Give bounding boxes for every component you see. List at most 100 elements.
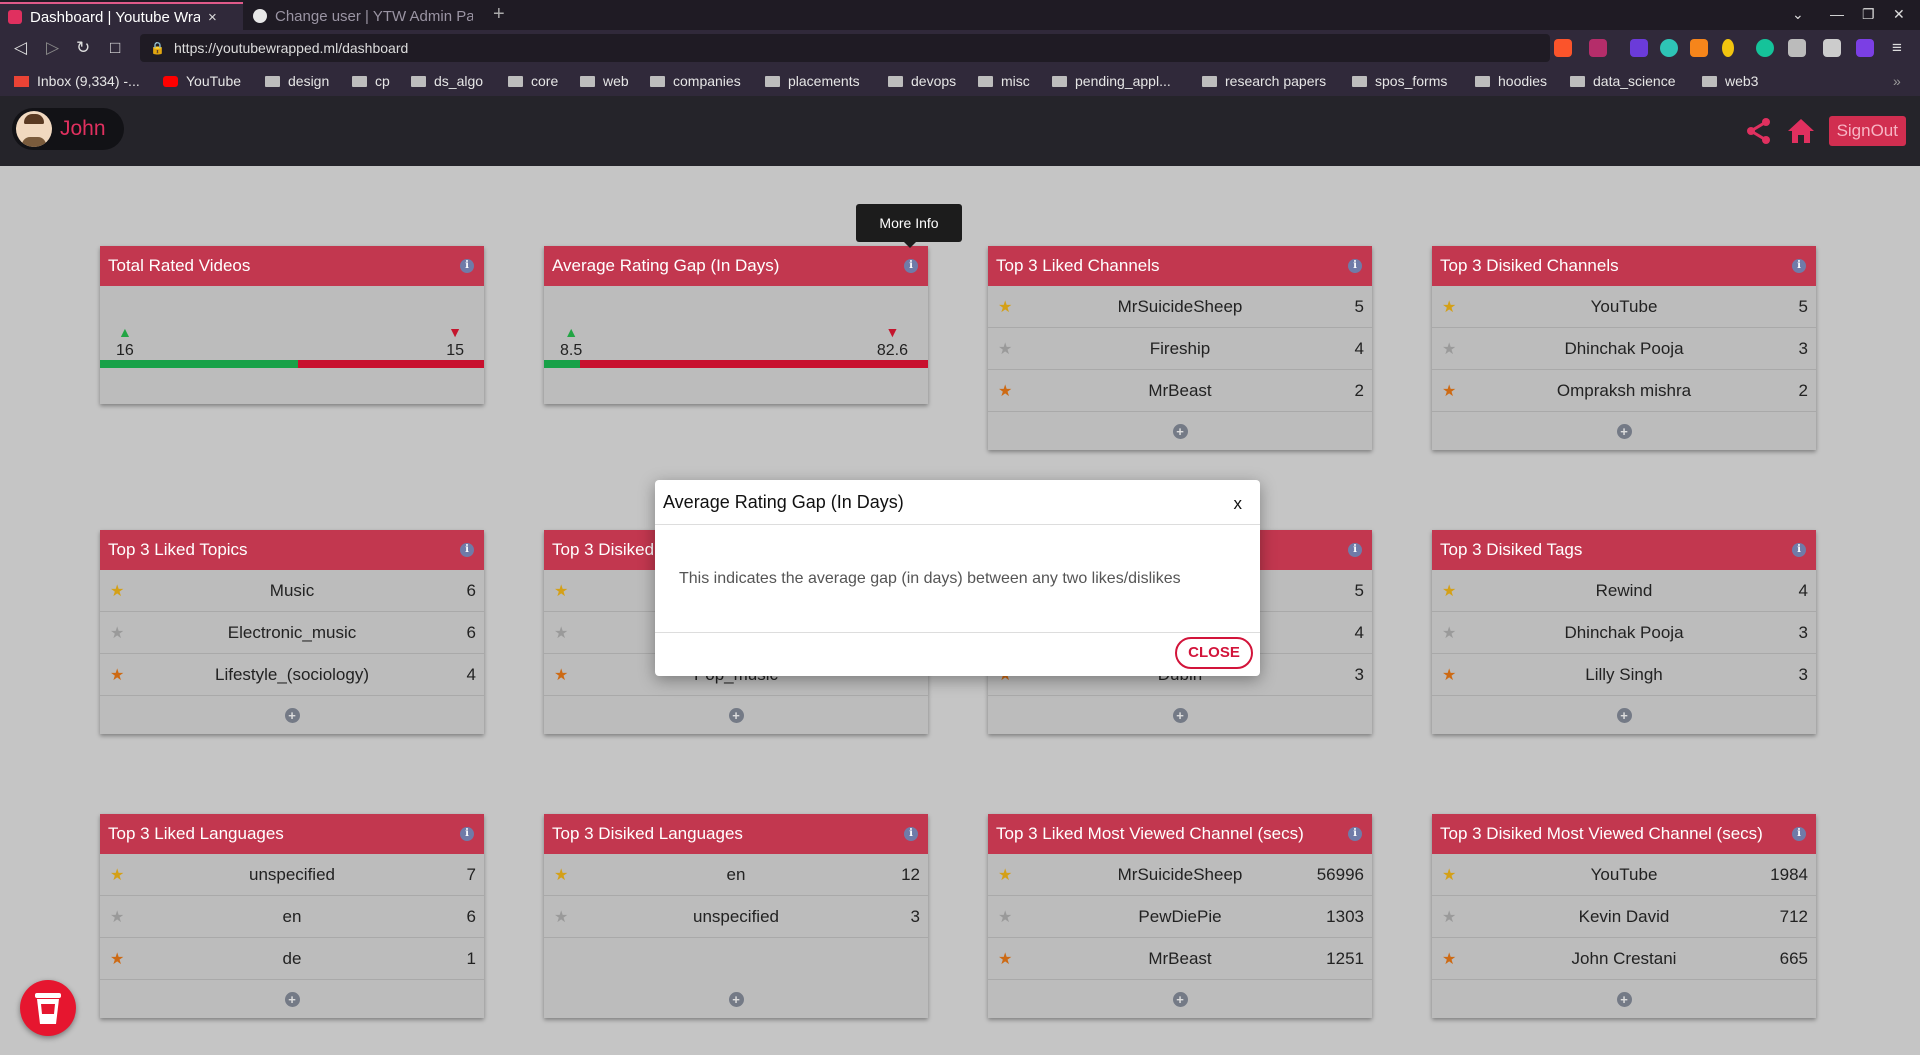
info-icon[interactable]: i [1348,259,1362,273]
bookmark-item[interactable]: Inbox (9,334) -... [14,73,140,89]
bookmark-folder[interactable]: placements [765,73,860,89]
info-icon[interactable]: i [1348,543,1362,557]
extension-icon[interactable] [1722,39,1734,57]
list-item: ★ Music 6 [100,570,484,612]
bookmarks-bar: Inbox (9,334) -... YouTube design cp ds_… [0,66,1920,96]
expand-plus-icon[interactable]: + [1172,707,1188,723]
bookmark-folder[interactable]: ds_algo [411,73,483,89]
item-name: en [726,864,746,884]
info-icon[interactable]: i [1348,827,1362,841]
info-icon[interactable]: i [904,827,918,841]
ratio-bar [544,360,928,368]
menu-icon[interactable]: ≡ [1892,38,1902,58]
item-count: 5 [1354,580,1364,600]
info-icon[interactable]: i [1792,259,1806,273]
info-icon[interactable]: i [904,259,918,273]
info-icon[interactable]: i [460,543,474,557]
buy-me-a-coffee-button[interactable] [20,980,76,1036]
expand-plus-icon[interactable]: + [1616,991,1632,1007]
item-count: 3 [910,906,920,926]
list-item: ★ MrSuicideSheep 56996 [988,854,1372,896]
bookmark-folder[interactable]: design [265,73,329,89]
signout-button[interactable]: SignOut [1828,116,1906,146]
bookmark-folder[interactable]: data_science [1570,73,1676,89]
wallet-icon[interactable] [1823,39,1841,57]
card-title: Top 3 Disiked Languages [552,824,743,843]
close-window-icon[interactable]: ✕ [1893,6,1905,23]
bookmarks-overflow-icon[interactable]: » [1893,73,1901,89]
list-item: ★ Lilly Singh 3 [1432,654,1816,696]
url-input[interactable]: 🔒 https://youtubewrapped.ml/dashboard [140,34,1550,62]
list-item: ★ Rewind 4 [1432,570,1816,612]
bookmark-folder[interactable]: misc [978,73,1030,89]
expand-plus-icon[interactable]: + [284,991,300,1007]
user-badge[interactable]: John [12,108,124,150]
modal-close-icon[interactable]: x [1234,494,1243,514]
expand-plus-icon[interactable]: + [728,707,744,723]
list-item: ★ en 12 [544,854,928,896]
expand-plus-icon[interactable]: + [728,991,744,1007]
grammarly-icon[interactable] [1756,39,1774,57]
close-button[interactable]: CLOSE [1175,637,1253,669]
maximize-icon[interactable]: ❐ [1862,6,1875,23]
extension-icon[interactable] [1630,39,1648,57]
bookmark-folder[interactable]: web3 [1702,73,1758,89]
bookmark-folder[interactable]: devops [888,73,956,89]
rank-star-icon: ★ [110,582,125,600]
folder-icon [888,75,903,87]
bookmark-folder[interactable]: web [580,73,629,89]
modal-header: Average Rating Gap (In Days) x [655,480,1260,525]
bookmark-folder[interactable]: spos_forms [1352,73,1447,89]
brave-shield-icon[interactable] [1554,39,1572,57]
item-count: 6 [466,622,476,642]
home-icon[interactable] [1787,118,1815,144]
bookmark-folder[interactable]: research papers [1202,73,1326,89]
folder-icon [765,75,780,87]
bookmark-item[interactable]: YouTube [163,73,241,89]
bookmark-folder[interactable]: companies [650,73,741,89]
disliked-most-viewed-card: Top 3 Disiked Most Viewed Channel (secs)… [1432,814,1816,1018]
rank-star-icon: ★ [1442,908,1457,926]
rank-star-icon: ★ [110,866,125,884]
tab-list-chevron-icon[interactable]: ⌄ [1792,6,1804,23]
item-count: 4 [466,664,476,684]
expand-plus-icon[interactable]: + [1616,423,1632,439]
reload-icon[interactable]: ↻ [76,38,90,58]
minimize-icon[interactable]: — [1830,6,1844,22]
bookmark-icon[interactable]: □ [110,38,120,58]
info-icon[interactable]: i [1792,827,1806,841]
vpn-icon[interactable] [1856,39,1874,57]
item-name: Lifestyle_(sociology) [214,664,369,684]
info-icon[interactable]: i [460,259,474,273]
folder-icon [1352,75,1367,87]
bookmark-folder[interactable]: hoodies [1475,73,1547,89]
expand-plus-icon[interactable]: + [1616,707,1632,723]
forward-icon[interactable]: ▷ [46,38,59,58]
expand-row: + [100,980,484,1018]
extension-icon[interactable] [1660,39,1678,57]
bookmark-folder[interactable]: core [508,73,558,89]
rank-star-icon: ★ [554,866,569,884]
new-tab-button[interactable]: + [493,3,505,26]
item-count: 6 [466,580,476,600]
info-icon[interactable]: i [460,827,474,841]
card-header: Top 3 Liked Languages i [100,814,484,854]
item-name: YouTube [1590,296,1658,316]
share-icon[interactable] [1745,117,1773,145]
close-tab-icon[interactable]: × [208,9,217,26]
expand-plus-icon[interactable]: + [284,707,300,723]
expand-row: + [988,980,1372,1018]
rank-star-icon: ★ [998,340,1013,358]
back-icon[interactable]: ◁ [14,38,27,58]
tab-admin[interactable]: Change user | YTW Admin Pa [245,2,481,30]
bookmark-folder[interactable]: cp [352,73,390,89]
bookmark-folder[interactable]: pending_appl... [1052,73,1171,89]
folder-icon [411,75,426,87]
tab-dashboard[interactable]: Dashboard | Youtube Wra × [0,2,243,30]
info-icon[interactable]: i [1792,543,1806,557]
expand-plus-icon[interactable]: + [1172,991,1188,1007]
expand-plus-icon[interactable]: + [1172,423,1188,439]
metamask-icon[interactable] [1690,39,1708,57]
extensions-puzzle-icon[interactable] [1788,39,1806,57]
brave-rewards-icon[interactable] [1589,39,1607,57]
